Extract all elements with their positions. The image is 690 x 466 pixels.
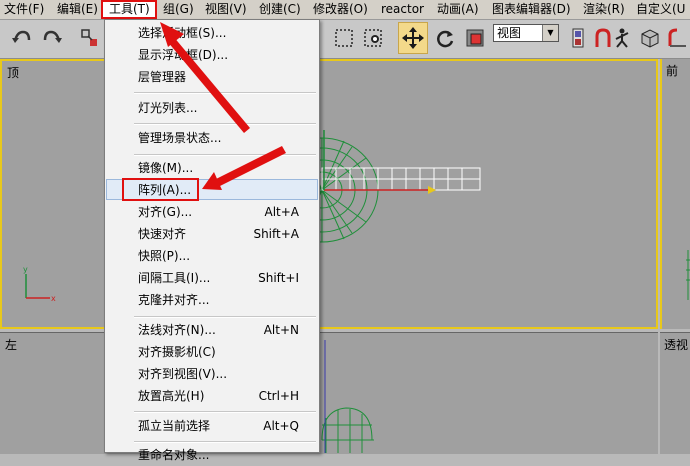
menu-item-label: 快速对齐 [138, 227, 187, 241]
menu-separator [134, 92, 316, 94]
menu-item-spacing-tool[interactable]: 间隔工具(I)... Shift+I [105, 267, 319, 289]
menu-item-shortcut: Alt+Q [263, 419, 299, 433]
svg-text:y: y [23, 265, 28, 274]
menu-item-label: 间隔工具(I)... [138, 271, 211, 285]
menu-item-label: 法线对齐(N)... [138, 323, 216, 337]
sphere-wireframe-left [321, 340, 374, 453]
menu-item-label: 灯光列表... [138, 101, 198, 115]
tools-dropdown-menu: 选择浮动框(S)... 显示浮动框(D)... 层管理器 灯光列表... 管理场… [104, 19, 320, 462]
menu-item-align-camera[interactable]: 对齐摄影机(C) [105, 341, 319, 363]
menu-item-label: 快照(P)... [138, 249, 191, 263]
menu-item-layer-manager[interactable]: 层管理器 [105, 66, 319, 88]
axis-gizmo-top: y x [23, 265, 56, 303]
menu-separator [134, 441, 316, 443]
menu-item-label: 放置高光(H) [138, 389, 205, 403]
menu-item-shortcut: Shift+I [258, 271, 299, 285]
menu-item-label: 重命名对象... [138, 448, 210, 462]
menu-item-label: 孤立当前选择 [138, 419, 211, 433]
menu-item-label: 对齐摄影机(C) [138, 345, 216, 359]
menu-item-place-highlight[interactable]: 放置高光(H) Ctrl+H [105, 385, 319, 407]
menu-item-display-floater[interactable]: 显示浮动框(D)... [105, 44, 319, 66]
menu-item-label: 管理场景状态... [138, 131, 222, 145]
front-view-hint [686, 250, 690, 300]
menu-item-label: 克隆并对齐... [138, 293, 210, 307]
menu-item-snapshot[interactable]: 快照(P)... [105, 245, 319, 267]
menu-item-align[interactable]: 对齐(G)... Alt+A [105, 201, 319, 223]
menu-item-label: 显示浮动框(D)... [138, 48, 229, 62]
menu-item-shortcut: Alt+N [263, 323, 299, 337]
menu-separator [134, 316, 316, 318]
menu-item-selection-floater[interactable]: 选择浮动框(S)... [105, 22, 319, 44]
menu-item-shortcut: Ctrl+H [258, 389, 299, 403]
menu-item-label: 对齐到视图(V)... [138, 367, 228, 381]
menu-item-manage-scene-states[interactable]: 管理场景状态... [105, 127, 319, 149]
menu-item-label: 选择浮动框(S)... [138, 26, 227, 40]
menu-item-rename-objects[interactable]: 重命名对象... [105, 444, 319, 466]
menu-separator [134, 154, 316, 156]
menu-item-clone-and-align[interactable]: 克隆并对齐... [105, 289, 319, 311]
menu-item-shortcut: Shift+A [253, 227, 299, 241]
menu-item-label: 镜像(M)... [138, 161, 194, 175]
menu-item-align-to-view[interactable]: 对齐到视图(V)... [105, 363, 319, 385]
svg-text:x: x [51, 294, 56, 303]
menu-item-normal-align[interactable]: 法线对齐(N)... Alt+N [105, 319, 319, 341]
menu-separator [134, 123, 316, 125]
array-grid-object [321, 167, 481, 191]
array-highlight-box [122, 178, 199, 201]
menu-item-light-lister[interactable]: 灯光列表... [105, 97, 319, 119]
menu-item-label: 对齐(G)... [138, 205, 193, 219]
menu-item-shortcut: Alt+A [264, 205, 299, 219]
menu-item-label: 层管理器 [138, 70, 187, 84]
menu-item-mirror[interactable]: 镜像(M)... [105, 157, 319, 179]
menu-item-quick-align[interactable]: 快速对齐 Shift+A [105, 223, 319, 245]
menu-item-isolate-selection[interactable]: 孤立当前选择 Alt+Q [105, 415, 319, 437]
menu-separator [134, 411, 316, 413]
